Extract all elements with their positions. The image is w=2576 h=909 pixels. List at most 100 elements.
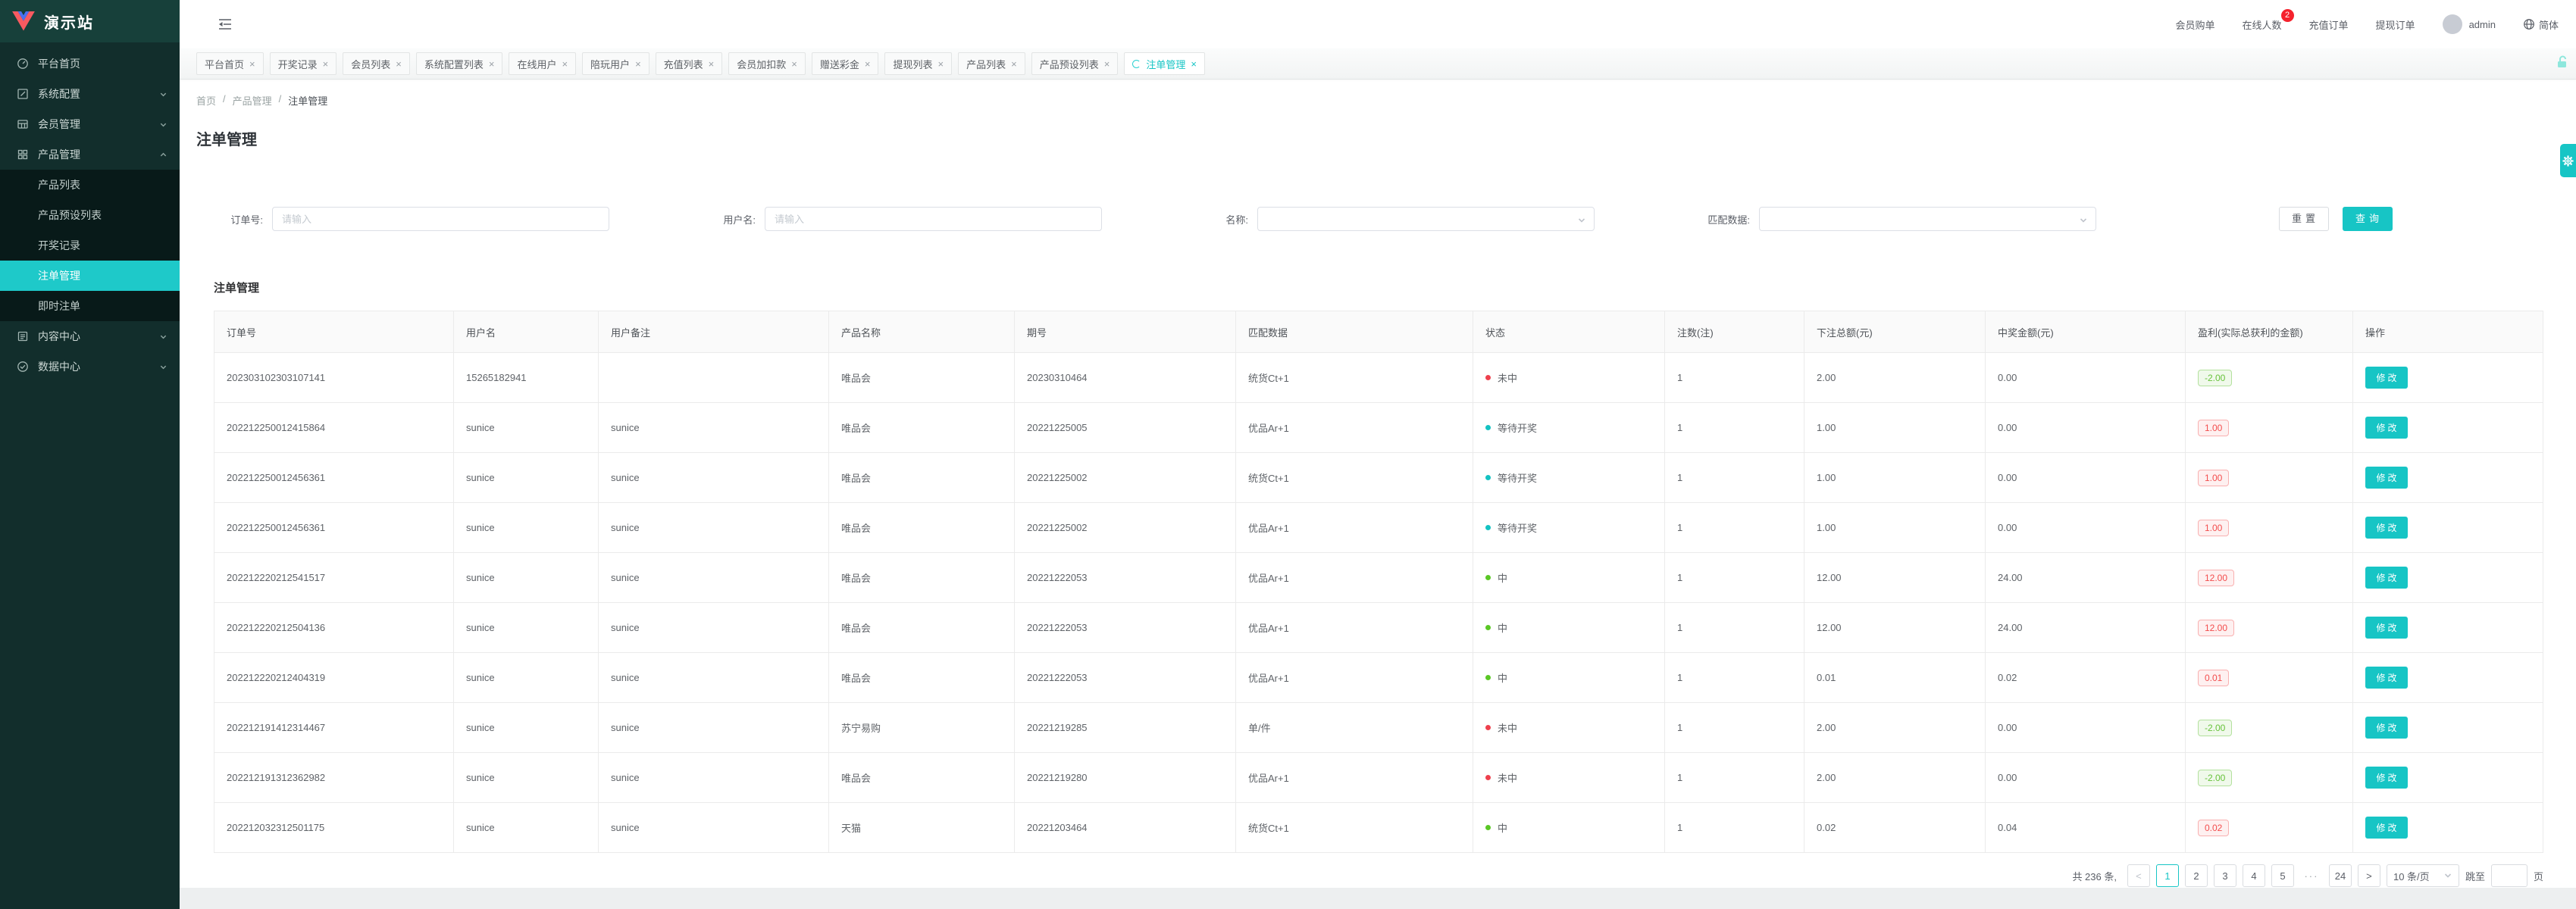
table-row: 202212191312362982 sunice sunice 唯品会 202…	[214, 753, 2543, 803]
sidebar-item-product-mgmt[interactable]: 产品管理	[0, 139, 180, 170]
modify-button[interactable]: 修改	[2365, 467, 2408, 489]
cell-match-data: 统货Ct+1	[1236, 453, 1473, 502]
settings-fab[interactable]	[2560, 144, 2576, 177]
match-data-select[interactable]	[1759, 207, 2096, 231]
modify-button[interactable]: 修改	[2365, 517, 2408, 539]
tab-close-icon[interactable]: ×	[1191, 58, 1197, 70]
sidebar-item-data-center[interactable]: 数据中心	[0, 351, 180, 382]
page-button[interactable]: 3	[2214, 864, 2236, 887]
tab[interactable]: 在线用户 ×	[509, 52, 576, 75]
topbar-link-online-users[interactable]: 在线人数 2	[2243, 17, 2282, 32]
sidebar-item-system-config[interactable]: 系统配置	[0, 79, 180, 109]
topbar-link-member-orders[interactable]: 会员购单	[2176, 17, 2215, 32]
column-header: 产品名称	[829, 311, 1015, 352]
tab[interactable]: 提现列表 ×	[884, 52, 952, 75]
tab[interactable]: 会员加扣款 ×	[728, 52, 806, 75]
cell-bet-amount: 2.00	[1804, 353, 1986, 402]
tab-close-icon[interactable]: ×	[249, 58, 255, 70]
sidebar-subitem[interactable]: 即时注单	[0, 291, 180, 321]
modify-button[interactable]: 修改	[2365, 367, 2408, 389]
cell-status: 等待开奖	[1473, 503, 1665, 552]
cell-product-name: 唯品会	[829, 353, 1015, 402]
sidebar-subitem[interactable]: 注单管理	[0, 261, 180, 291]
page-button[interactable]: 24	[2329, 864, 2352, 887]
tab-close-icon[interactable]: ×	[323, 58, 329, 70]
collapse-sidebar-icon	[218, 17, 233, 31]
sidebar-item-member-mgmt[interactable]: 会员管理	[0, 109, 180, 139]
tab-close-icon[interactable]: ×	[1011, 58, 1017, 70]
reset-button[interactable]: 重置	[2279, 207, 2329, 231]
tab[interactable]: 产品预设列表 ×	[1031, 52, 1119, 75]
tab[interactable]: 陪玩用户 ×	[582, 52, 649, 75]
language-switcher[interactable]: 简体	[2523, 17, 2559, 32]
cell-action: 修改	[2353, 353, 2543, 402]
tab-close-icon[interactable]: ×	[709, 58, 715, 70]
modify-button[interactable]: 修改	[2365, 717, 2408, 739]
tab[interactable]: 平台首页 ×	[196, 52, 264, 75]
tab[interactable]: 系统配置列表 ×	[416, 52, 503, 75]
tab[interactable]: 充值列表 ×	[656, 52, 723, 75]
sidebar-subitem[interactable]: 产品列表	[0, 170, 180, 200]
tab-close-icon[interactable]: ×	[489, 58, 495, 70]
collapse-sidebar-button[interactable]	[218, 17, 233, 31]
cell-match-data: 优品Ar+1	[1236, 403, 1473, 452]
modify-button[interactable]: 修改	[2365, 817, 2408, 839]
username-input[interactable]	[765, 207, 1102, 231]
tab-label: 充值列表	[664, 57, 703, 71]
breadcrumb-item[interactable]: 产品管理	[233, 93, 272, 108]
search-button[interactable]: 查询	[2343, 207, 2393, 231]
username: admin	[2469, 19, 2496, 30]
tab-close-icon[interactable]: ×	[635, 58, 641, 70]
order-no-input[interactable]	[272, 207, 609, 231]
cell-period: 20221219285	[1015, 703, 1236, 752]
user-menu[interactable]: admin	[2443, 14, 2496, 34]
tab-close-icon[interactable]: ×	[791, 58, 797, 70]
prev-page-button[interactable]: <	[2127, 864, 2150, 887]
tab[interactable]: 开奖记录 ×	[270, 52, 337, 75]
sidebar-item-content-center[interactable]: 内容中心	[0, 321, 180, 351]
tab[interactable]: 赠送彩金 ×	[812, 52, 879, 75]
status-dot	[1485, 725, 1491, 730]
topbar-link-recharge-orders[interactable]: 充值订单	[2309, 17, 2349, 32]
tab-close-icon[interactable]: ×	[865, 58, 871, 70]
sidebar-subitem[interactable]: 产品预设列表	[0, 200, 180, 230]
cell-profit: 12.00	[2186, 603, 2353, 652]
table-title: 注单管理	[214, 280, 2543, 295]
table-row: 202212220212404319 sunice sunice 唯品会 202…	[214, 653, 2543, 703]
modify-button[interactable]: 修改	[2365, 767, 2408, 789]
cell-period: 20221225005	[1015, 403, 1236, 452]
page-button[interactable]: ···	[2300, 864, 2323, 887]
tab-close-icon[interactable]: ×	[396, 58, 402, 70]
sidebar-item-home[interactable]: 平台首页	[0, 48, 180, 79]
page-button[interactable]: 4	[2243, 864, 2265, 887]
page-button[interactable]: 5	[2271, 864, 2294, 887]
modify-button[interactable]: 修改	[2365, 617, 2408, 639]
cell-username: sunice	[454, 753, 599, 802]
grid-icon	[17, 148, 29, 161]
document-icon	[17, 330, 29, 342]
tab-close-icon[interactable]: ×	[562, 58, 568, 70]
cell-win-amount: 24.00	[1986, 603, 2186, 652]
profit-badge: 1.00	[2198, 470, 2229, 486]
next-page-button[interactable]: >	[2358, 864, 2380, 887]
modify-button[interactable]: 修改	[2365, 567, 2408, 589]
topbar-link-withdraw-orders[interactable]: 提现订单	[2376, 17, 2415, 32]
cell-bet-count: 1	[1665, 603, 1804, 652]
page-button[interactable]: 1	[2156, 864, 2179, 887]
lock-tabs-button[interactable]	[2556, 55, 2568, 71]
chevron-down-icon	[1577, 216, 1586, 225]
tab-close-icon[interactable]: ×	[1104, 58, 1110, 70]
modify-button[interactable]: 修改	[2365, 667, 2408, 689]
breadcrumb-item[interactable]: 首页	[196, 93, 216, 108]
page-button[interactable]: 2	[2185, 864, 2208, 887]
modify-button[interactable]: 修改	[2365, 417, 2408, 439]
jump-page-input[interactable]	[2491, 864, 2527, 887]
tab-close-icon[interactable]: ×	[938, 58, 944, 70]
sidebar-subitem[interactable]: 开奖记录	[0, 230, 180, 261]
tab[interactable]: 产品列表 ×	[958, 52, 1025, 75]
name-select[interactable]	[1257, 207, 1595, 231]
tab[interactable]: 会员列表 ×	[343, 52, 410, 75]
page-size-select[interactable]: 10 条/页	[2387, 864, 2459, 887]
tab[interactable]: 注单管理 ×	[1124, 52, 1205, 75]
tab-label: 平台首页	[205, 57, 244, 71]
